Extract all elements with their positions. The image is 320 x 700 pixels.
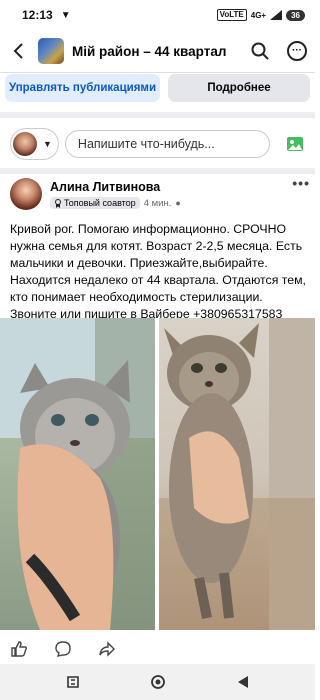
group-header: Мій район – 44 квартал ··· [0,30,315,72]
profile-switcher[interactable]: ▼ [10,128,59,160]
status-bar: 12:13 ▼ VoLTE 4G+ 36 [0,0,315,30]
section-divider [0,168,315,174]
kitten-photo-left [0,318,155,630]
photo-icon[interactable] [285,134,305,154]
volte-badge: VoLTE [216,9,247,21]
post-time[interactable]: 4 мин. [144,198,172,209]
battery-indicator: 36 [286,9,305,21]
shield-icon: ▼ [60,9,71,21]
author-name[interactable]: Алина Литвинова [50,180,181,194]
more-details-button[interactable]: Подробнее [168,74,310,102]
comment-icon[interactable] [54,640,72,658]
back-nav-icon[interactable] [235,674,251,690]
author-avatar[interactable] [10,178,42,210]
group-avatar[interactable] [38,38,64,64]
section-divider [0,112,315,118]
divider [0,72,315,73]
manage-posts-button[interactable]: Управлять публикациями [5,74,160,102]
post-photo[interactable] [0,318,155,630]
page-title[interactable]: Мій район – 44 квартал [72,44,226,59]
system-nav-bar [0,664,315,700]
ellipsis-icon: ··· [292,45,302,56]
role-badge[interactable]: Топовый соавтор [50,197,140,209]
author-block: Алина Литвинова Топовый соавтор 4 мин. ● [50,178,181,209]
kitten-photo-right [159,318,315,630]
post-actions [0,636,315,662]
badge-icon [55,198,61,208]
post-composer: ▼ Напишите что-нибудь... [0,125,315,163]
post-meta: Топовый соавтор 4 мин. ● [50,197,181,209]
network-label: 4G+ [250,10,267,20]
globe-icon: ● [175,198,181,208]
more-options-button[interactable]: ··· [287,41,307,61]
home-icon[interactable] [150,674,166,690]
status-icons: VoLTE 4G+ 36 [216,9,305,21]
search-icon [251,42,269,60]
role-label: Топовый соавтор [64,198,136,208]
back-arrow-icon [13,43,23,59]
clock: 12:13 [22,8,53,22]
post-header: Алина Литвинова Топовый соавтор 4 мин. ●… [10,175,310,214]
post-options-button[interactable]: ••• [292,175,310,191]
signal-icon [270,10,283,20]
back-button[interactable] [8,40,30,62]
recents-icon[interactable] [65,674,81,690]
share-icon[interactable] [98,640,116,658]
chevron-down-icon: ▼ [43,139,52,149]
search-button[interactable] [249,40,271,62]
user-avatar [13,132,37,156]
like-icon[interactable] [10,640,28,658]
post-photo[interactable] [159,318,315,630]
composer-input[interactable]: Напишите что-нибудь... [64,130,270,158]
